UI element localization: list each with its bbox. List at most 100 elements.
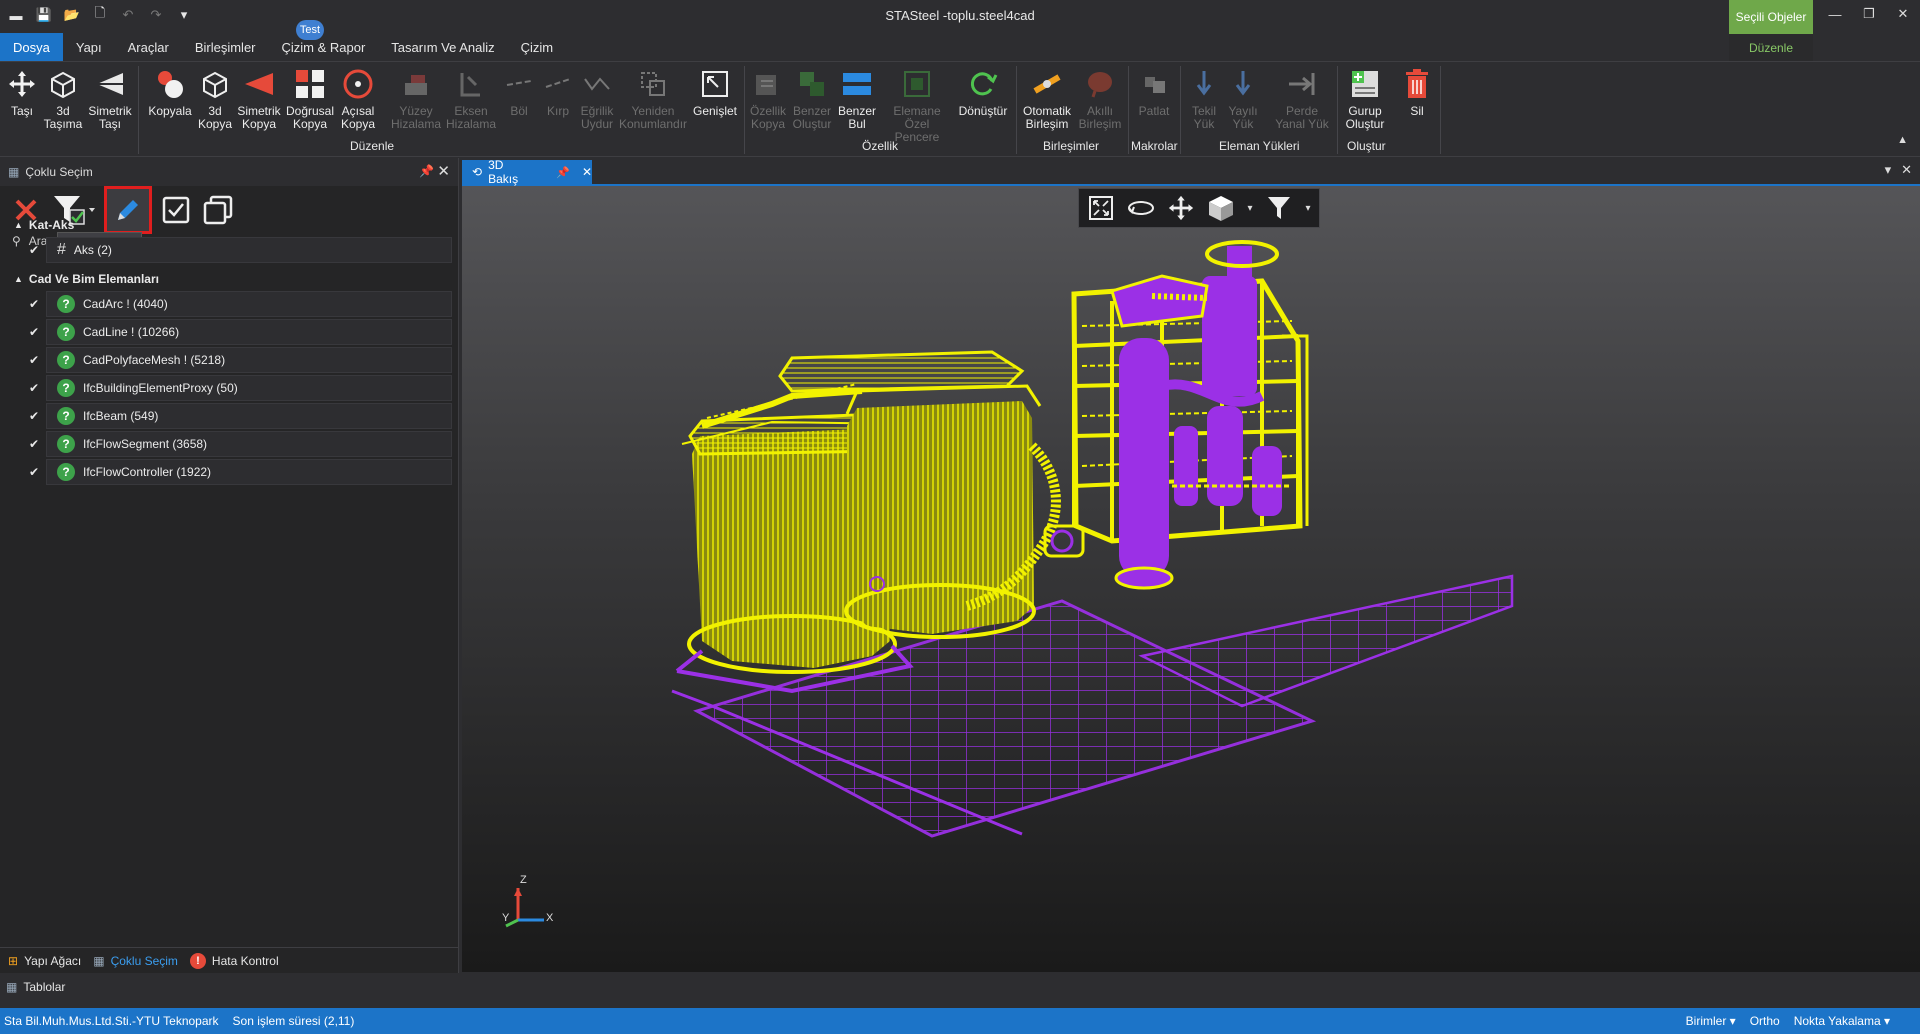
group-header-kat-aks[interactable]: ▲ Kat-Aks xyxy=(14,218,74,232)
group-label-eleman-yukleri: Eleman Yükleri xyxy=(1219,139,1300,153)
redo-icon[interactable]: ↷ xyxy=(146,5,166,25)
checkbox-checked[interactable]: ✔ xyxy=(26,352,42,368)
collapse-ribbon-icon[interactable]: ▲ xyxy=(1897,134,1908,146)
close-panel-icon[interactable]: ✕ xyxy=(437,162,450,180)
checkbox-checked[interactable]: ✔ xyxy=(26,324,42,340)
tab-error-check[interactable]: ! Hata Kontrol xyxy=(189,952,279,969)
select-all-button[interactable] xyxy=(158,192,194,228)
tab-birlesimler[interactable]: Birleşimler xyxy=(182,33,269,61)
wall-lateral-load-button[interactable]: Perde Yanal Yük xyxy=(1275,66,1329,131)
polar-copy-button[interactable]: Açısal Kopya xyxy=(333,66,383,131)
quick-access-toolbar: ▬ 💾 📂 🗋 ↶ ↷ ▾ xyxy=(0,0,194,30)
trim-icon xyxy=(540,66,576,102)
tab-3d-view[interactable]: ⟲ 3D Bakış 📌 ✕ xyxy=(462,158,592,186)
question-icon: ? xyxy=(57,295,75,313)
last-operation-time: Son işlem süresi (2,11) xyxy=(232,1014,355,1028)
move-3d-button[interactable]: 3d Taşıma xyxy=(38,66,88,131)
panel-title: Çoklu Seçim xyxy=(25,165,93,179)
status-bar: Sta Bil.Muh.Mus.Ltd.Sti.-YTU Teknopark S… xyxy=(0,1008,1920,1034)
multi-select-panel: ▦ Çoklu Seçim 📌 ✕ ⚲ Ara H xyxy=(0,158,459,973)
pin-icon[interactable]: 📌 xyxy=(419,164,434,178)
find-similar-button[interactable]: Benzer Bul xyxy=(832,66,882,131)
group-create-icon xyxy=(1347,66,1383,102)
close-document-icon[interactable]: ✕ xyxy=(1901,162,1912,178)
group-label-olustur: Oluştur xyxy=(1347,139,1386,153)
create-similar-button[interactable]: Benzer Oluştur xyxy=(787,66,837,131)
list-item[interactable]: ✔ ? CadPolyfaceMesh ! (5218) xyxy=(26,346,452,374)
tab-tasarim-analiz[interactable]: Tasarım Ve Analiz xyxy=(378,33,507,61)
group-create-button[interactable]: Gurup Oluştur xyxy=(1339,66,1391,131)
list-item[interactable]: ✔ ? IfcBuildingElementProxy (50) xyxy=(26,374,452,402)
tab-cizim[interactable]: Çizim xyxy=(508,33,567,61)
element-window-button[interactable]: Elemane Özel Pencere xyxy=(880,66,954,144)
group-label-ozellik: Özellik xyxy=(862,139,899,153)
window-title: STASteel -toplu.steel4cad xyxy=(885,8,1035,23)
search-icon: ⚲ xyxy=(12,234,21,248)
explode-button[interactable]: Patlat xyxy=(1129,66,1179,118)
list-item[interactable]: ✔ ? IfcFlowSegment (3658) xyxy=(26,430,452,458)
tables-bar[interactable]: ▦ Tablolar xyxy=(0,975,1920,999)
pencil-icon xyxy=(118,200,138,220)
checkbox-checked[interactable]: ✔ xyxy=(26,380,42,396)
item-box: ? IfcBuildingElementProxy (50) xyxy=(46,375,452,401)
convert-button[interactable]: Dönüştür xyxy=(958,66,1008,118)
tab-multi-select[interactable]: ▦ Çoklu Seçim xyxy=(93,954,178,968)
ortho-toggle[interactable]: Ortho xyxy=(1750,1014,1780,1028)
auto-connection-button[interactable]: Otomatik Birleşim xyxy=(1022,66,1072,131)
quick-edit-button[interactable] xyxy=(104,186,152,234)
surface-align-button[interactable]: Yüzey Hizalama xyxy=(391,66,441,131)
list-item[interactable]: ✔ ? IfcFlowController (1922) xyxy=(26,458,452,486)
axis-align-button[interactable]: Eksen Hizalama xyxy=(446,66,496,131)
list-item[interactable]: ✔ ? CadArc ! (4040) xyxy=(26,290,452,318)
restore-icon[interactable]: ❐ xyxy=(1852,0,1886,28)
list-item[interactable]: ✔ # Aks (2) xyxy=(26,236,452,264)
group-header-cad-bim[interactable]: ▲ Cad Ve Bim Elemanları xyxy=(14,272,159,286)
new-file-icon[interactable]: 🗋 xyxy=(90,5,110,25)
extend-icon xyxy=(697,66,733,102)
close-icon[interactable]: ✕ xyxy=(1886,0,1920,28)
checkbox-checked[interactable]: ✔ xyxy=(26,436,42,452)
linear-copy-button[interactable]: Doğrusal Kopya xyxy=(285,66,335,131)
point-load-icon xyxy=(1186,66,1222,102)
property-copy-button[interactable]: Özellik Kopya xyxy=(743,66,793,131)
tab-yapi[interactable]: Yapı xyxy=(63,33,115,61)
extend-button[interactable]: Genişlet xyxy=(690,66,740,118)
snap-dropdown[interactable]: Nokta Yakalama ▾ xyxy=(1794,1014,1890,1028)
3d-model[interactable] xyxy=(462,186,1920,972)
reposition-button[interactable]: Yeniden Konumlandır xyxy=(619,66,687,131)
contextual-tab-selected-objects[interactable]: Seçili Objeler xyxy=(1729,0,1813,34)
smart-connection-button[interactable]: Akıllı Birleşim xyxy=(1075,66,1125,131)
distributed-load-button[interactable]: Yayılı Yük xyxy=(1218,66,1268,131)
checkbox-checked[interactable]: ✔ xyxy=(26,296,42,312)
item-box: ? CadArc ! (4040) xyxy=(46,291,452,317)
surface-align-icon xyxy=(398,66,434,102)
copy-selection-button[interactable] xyxy=(200,192,236,228)
checkbox-checked[interactable]: ✔ xyxy=(26,464,42,480)
tab-structure-tree[interactable]: ⊞ Yapı Ağacı xyxy=(8,954,81,968)
tab-cizim-rapor[interactable]: Çizim & Rapor xyxy=(269,33,379,61)
close-tab-icon[interactable]: ✕ xyxy=(582,165,592,179)
list-item[interactable]: ✔ ? CadLine ! (10266) xyxy=(26,318,452,346)
mirror-move-button[interactable]: Simetrik Taşı xyxy=(85,66,135,131)
minimize-icon[interactable]: — xyxy=(1818,0,1852,28)
tab-dosya[interactable]: Dosya xyxy=(0,33,63,61)
copy-button[interactable]: Kopyala xyxy=(145,66,195,118)
tab-araclar[interactable]: Araçlar xyxy=(115,33,182,61)
customize-dropdown-icon[interactable]: ▾ xyxy=(174,5,194,25)
checkbox-checked[interactable]: ✔ xyxy=(26,242,42,258)
tab-duzenle[interactable]: Düzenle xyxy=(1729,34,1813,61)
units-dropdown[interactable]: Birimler ▾ xyxy=(1686,1014,1736,1028)
delete-button[interactable]: Sil xyxy=(1393,66,1441,118)
checkbox-checked[interactable]: ✔ xyxy=(26,408,42,424)
mirror-copy-button[interactable]: Simetrik Kopya xyxy=(234,66,284,131)
list-item[interactable]: ✔ ? IfcBeam (549) xyxy=(26,402,452,430)
copy-3d-button[interactable]: 3d Kopya xyxy=(190,66,240,131)
tab-list-dropdown-icon[interactable]: ▾ xyxy=(1885,162,1892,178)
app-menu-icon[interactable]: ▬ xyxy=(6,5,26,25)
curve-fit-button[interactable]: Eğrilik Uydur xyxy=(572,66,622,131)
pin-icon[interactable]: 📌 xyxy=(556,166,570,179)
3d-viewport[interactable]: ▾ ▾ Z Y X xyxy=(462,186,1920,972)
undo-icon[interactable]: ↶ xyxy=(118,5,138,25)
open-folder-icon[interactable]: 📂 xyxy=(62,5,82,25)
save-icon[interactable]: 💾 xyxy=(34,5,54,25)
